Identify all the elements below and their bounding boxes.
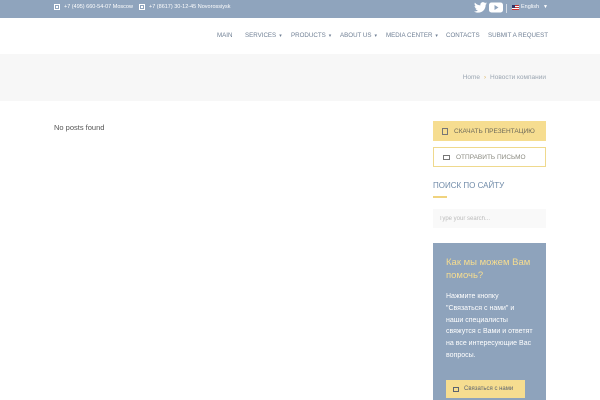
phone-icon	[54, 4, 60, 10]
nav-products[interactable]: Products ▾	[291, 32, 331, 39]
send-mail-button[interactable]: Отправить письмо	[433, 147, 546, 167]
youtube-icon[interactable]	[489, 2, 503, 13]
nav-contacts-label: Contacts	[446, 32, 480, 39]
help-text: Нажмите кнопку "Связаться с нами" и наши…	[446, 293, 533, 359]
envelope-icon	[453, 386, 459, 392]
contact-us-button[interactable]: Связаться с нами	[446, 380, 525, 398]
language-selector[interactable]: English ▼	[512, 4, 548, 10]
search-input[interactable]	[433, 209, 546, 228]
empty-posts-message: No posts found	[54, 123, 105, 132]
chevron-down-icon: ▼	[543, 4, 548, 10]
flag-icon	[512, 4, 519, 10]
chevron-down-icon: ▾	[279, 33, 282, 39]
nav-services-label: Services	[245, 32, 277, 39]
page-title-band: Home › Новости компании	[0, 54, 600, 101]
nav-main-label: Main	[217, 32, 233, 39]
nav-submit-request[interactable]: Submit a Request	[488, 32, 548, 39]
nav-media-label: Media Center	[386, 32, 433, 39]
topbar-divider	[506, 4, 507, 13]
phone-novorossiysk-text: +7 (8617) 30-12-45 Novorossiysk	[149, 4, 231, 10]
nav-main[interactable]: Main	[217, 32, 232, 39]
envelope-icon	[443, 154, 450, 160]
phone-moscow-text: +7 (495) 660-54-07 Moscow	[64, 4, 133, 10]
nav-products-label: Products	[291, 32, 326, 39]
chevron-right-icon: ›	[484, 74, 487, 81]
phone-novorossiysk[interactable]: +7 (8617) 30-12-45 Novorossiysk	[139, 4, 230, 10]
send-mail-label: Отправить письмо	[456, 153, 526, 161]
download-presentation-button[interactable]: Скачать презентацию	[433, 121, 546, 141]
nav-media-center[interactable]: Media Center ▾	[386, 32, 438, 39]
phone-icon	[139, 4, 145, 10]
top-bar: +7 (495) 660-54-07 Moscow +7 (8617) 30-1…	[0, 0, 600, 18]
help-title: Как мы можем Вам помочь?	[446, 257, 531, 281]
language-label: English	[521, 4, 540, 10]
search-title-underline	[433, 196, 447, 198]
nav-contacts[interactable]: Contacts	[446, 32, 480, 39]
nav-about[interactable]: About Us ▾	[340, 32, 377, 39]
download-presentation-label: Скачать презентацию	[454, 127, 535, 135]
chevron-down-icon: ▾	[328, 33, 332, 39]
breadcrumb-home[interactable]: Home	[463, 74, 480, 81]
contact-us-label: Связаться с нами	[464, 386, 514, 392]
chevron-down-icon: ▾	[374, 33, 378, 39]
chevron-down-icon: ▾	[435, 33, 438, 39]
search-widget-title: Поиск по сайту	[433, 181, 505, 190]
help-box: Как мы можем Вам помочь? Нажмите кнопку …	[433, 243, 546, 400]
file-icon	[442, 127, 448, 135]
nav-submit-label: Submit a Request	[488, 32, 549, 39]
phone-moscow[interactable]: +7 (495) 660-54-07 Moscow	[54, 4, 133, 10]
main-nav: Main Services ▾ Products ▾ About Us ▾ Media…	[0, 18, 600, 54]
breadcrumb: Home › Новости компании	[463, 74, 546, 81]
nav-about-label: About Us	[340, 32, 372, 39]
nav-services[interactable]: Services ▾	[245, 32, 282, 39]
breadcrumb-current: Новости компании	[490, 74, 546, 81]
twitter-icon[interactable]	[474, 2, 487, 13]
